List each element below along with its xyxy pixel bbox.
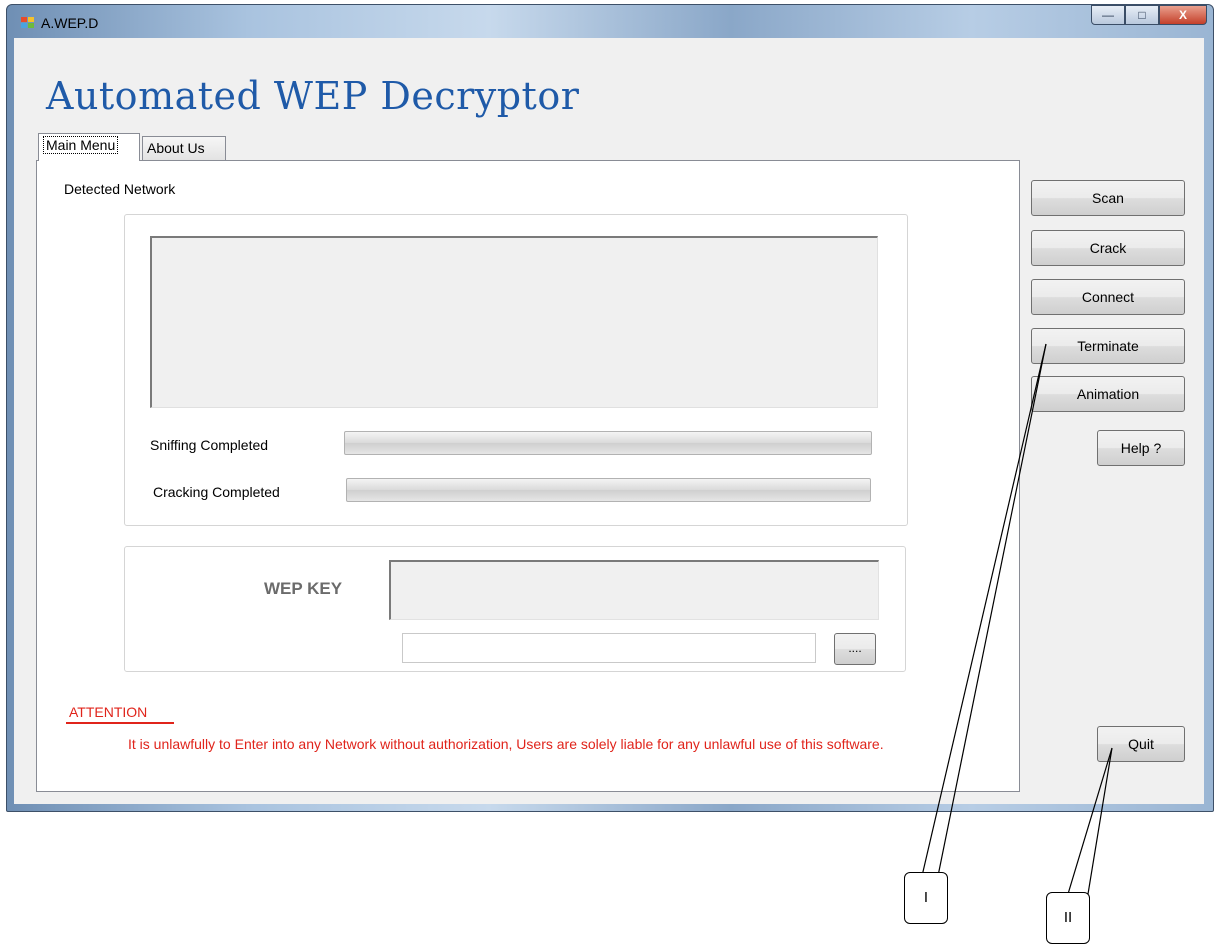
maximize-button[interactable]: □ <box>1125 5 1159 25</box>
callout-one: I <box>904 872 948 924</box>
scan-button[interactable]: Scan <box>1031 180 1185 216</box>
wep-key-label: WEP KEY <box>264 579 343 598</box>
tab-main-menu[interactable]: Main Menu <box>38 133 140 161</box>
app-heading: Automated WEP Decryptor <box>46 74 580 118</box>
minimize-button[interactable]: — <box>1091 5 1125 25</box>
caption-buttons: — □ X <box>1091 5 1207 27</box>
wep-key-display <box>389 560 879 620</box>
detected-network-label: Detected Network <box>64 181 176 197</box>
cracking-label: Cracking Completed <box>153 484 280 500</box>
attention-label: ATTENTION <box>69 704 148 720</box>
tab-about-us[interactable]: About Us <box>142 136 226 160</box>
window-title: A.WEP.D <box>41 15 99 31</box>
app-icon <box>21 17 35 29</box>
sniffing-progress <box>344 431 872 455</box>
tab-about-us-label: About Us <box>147 140 205 156</box>
title-bar[interactable]: A.WEP.D — □ X <box>7 5 1213 39</box>
window-client: Automated WEP Decryptor Main Menu About … <box>14 38 1204 804</box>
crack-button[interactable]: Crack <box>1031 230 1185 266</box>
help-button[interactable]: Help ? <box>1097 430 1185 466</box>
callout-two: II <box>1046 892 1090 944</box>
key-file-field[interactable] <box>402 633 816 663</box>
attention-underline <box>66 722 174 724</box>
warning-text: It is unlawfully to Enter into any Netwo… <box>128 736 884 752</box>
quit-button[interactable]: Quit <box>1097 726 1185 762</box>
sniffing-label: Sniffing Completed <box>150 437 269 453</box>
terminate-button[interactable]: Terminate <box>1031 328 1185 364</box>
browse-button[interactable]: .... <box>834 633 876 665</box>
network-list[interactable] <box>150 236 878 408</box>
cracking-progress <box>346 478 871 502</box>
animation-button[interactable]: Animation <box>1031 376 1185 412</box>
tab-main-menu-label: Main Menu <box>43 136 119 154</box>
connect-button[interactable]: Connect <box>1031 279 1185 315</box>
close-button[interactable]: X <box>1159 5 1207 25</box>
